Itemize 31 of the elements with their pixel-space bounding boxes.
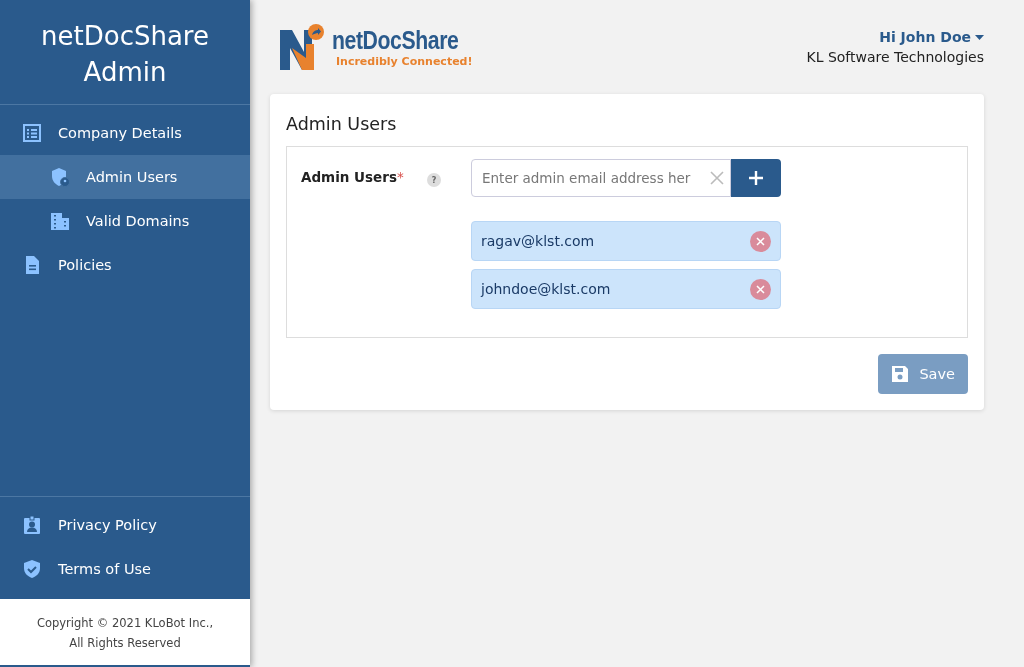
footer-link[interactable]: Terms of Use xyxy=(0,547,250,591)
remove-button[interactable] xyxy=(750,278,771,300)
company-name: KL Software Technologies xyxy=(806,49,984,65)
nav-subitem[interactable]: Admin Users xyxy=(0,155,250,199)
nav-item[interactable]: Company Details xyxy=(0,111,250,155)
card-title: Admin Users xyxy=(286,114,398,134)
copyright-text: Copyright © 2021 KLoBot Inc., All Rights Reserved xyxy=(0,599,250,667)
add-button[interactable] xyxy=(731,159,781,197)
email-input-field[interactable]: Enter admin email address her xyxy=(471,159,731,197)
clear-icon[interactable] xyxy=(710,171,724,185)
building-icon xyxy=(50,211,70,231)
list-icon xyxy=(22,123,42,143)
close-icon xyxy=(756,284,765,294)
help-icon[interactable]: ? xyxy=(427,173,441,187)
remove-button[interactable] xyxy=(750,230,771,252)
sidebar-title: netDocShare Admin xyxy=(0,0,250,105)
plus-icon xyxy=(748,170,764,186)
close-icon xyxy=(756,236,765,246)
footer-link[interactable]: Privacy Policy xyxy=(0,503,250,547)
email-text: ragav@klst.com xyxy=(481,233,595,249)
user-menu-button[interactable]: Hi John Doe xyxy=(879,29,984,45)
email-text: johndoe@klst.com xyxy=(481,281,611,297)
logo-tagline: Incredibly Connected! xyxy=(336,55,474,68)
shield-user-icon xyxy=(50,167,70,187)
nav-subitem[interactable]: Valid Domains xyxy=(0,199,250,243)
nav-item[interactable]: Policies xyxy=(0,243,250,287)
id-badge-icon xyxy=(22,515,42,535)
field-label: Admin Users* xyxy=(301,168,405,187)
caret-icon xyxy=(975,34,984,40)
logo-name: netDocShare xyxy=(332,26,459,55)
shield-check-icon xyxy=(22,559,42,579)
